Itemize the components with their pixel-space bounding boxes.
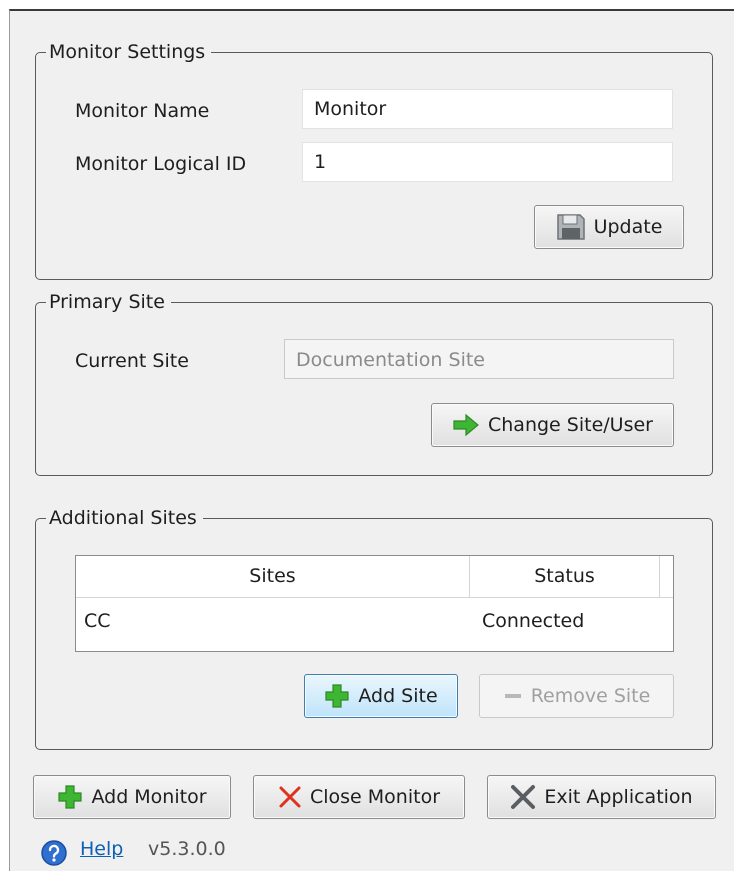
close-monitor-label: Close Monitor [309, 786, 441, 808]
primary-site-group: Primary Site [35, 287, 713, 476]
status-column-header[interactable]: Status [470, 556, 660, 597]
version-label: v5.3.0.0 [148, 838, 226, 860]
monitor-logical-id-label: Monitor Logical ID [75, 153, 247, 175]
green-arrow-right-icon [453, 413, 479, 437]
gray-x-icon [511, 785, 536, 809]
monitor-logical-id-input[interactable] [302, 142, 673, 182]
red-x-icon [279, 786, 301, 808]
close-monitor-button[interactable]: Close Monitor [253, 775, 465, 819]
additional-sites-title: Additional Sites [46, 503, 203, 533]
help-link[interactable]: Help [80, 838, 123, 860]
sites-table-header: Sites Status [76, 556, 673, 598]
remove-site-button[interactable]: Remove Site [479, 674, 674, 718]
status-cell: Connected [482, 610, 585, 632]
minus-icon [504, 694, 521, 698]
current-site-field: Documentation Site [284, 339, 674, 379]
monitor-settings-title: Monitor Settings [46, 37, 212, 67]
sites-table: Sites Status CC Connected [75, 555, 674, 652]
monitor-name-input[interactable] [302, 89, 673, 129]
add-site-button[interactable]: Add Site [304, 674, 458, 718]
update-button-label: Update [593, 216, 663, 238]
change-site-user-button[interactable]: Change Site/User [431, 403, 674, 447]
floppy-disk-icon [556, 214, 585, 240]
site-cell: CC [84, 610, 111, 632]
help-question-icon[interactable] [40, 839, 68, 867]
primary-site-title: Primary Site [46, 287, 171, 317]
exit-application-button[interactable]: Exit Application [487, 775, 716, 819]
green-plus-icon [58, 785, 83, 809]
add-monitor-label: Add Monitor [91, 786, 207, 808]
monitor-name-label: Monitor Name [75, 100, 210, 122]
exit-application-label: Exit Application [544, 786, 693, 808]
current-site-label: Current Site [75, 350, 189, 372]
green-plus-icon [325, 684, 349, 708]
update-button[interactable]: Update [534, 205, 684, 249]
sites-column-header[interactable]: Sites [76, 556, 470, 597]
add-site-label: Add Site [358, 685, 438, 707]
remove-site-label: Remove Site [530, 685, 651, 707]
add-monitor-button[interactable]: Add Monitor [33, 775, 231, 819]
change-site-user-label: Change Site/User [488, 414, 653, 436]
